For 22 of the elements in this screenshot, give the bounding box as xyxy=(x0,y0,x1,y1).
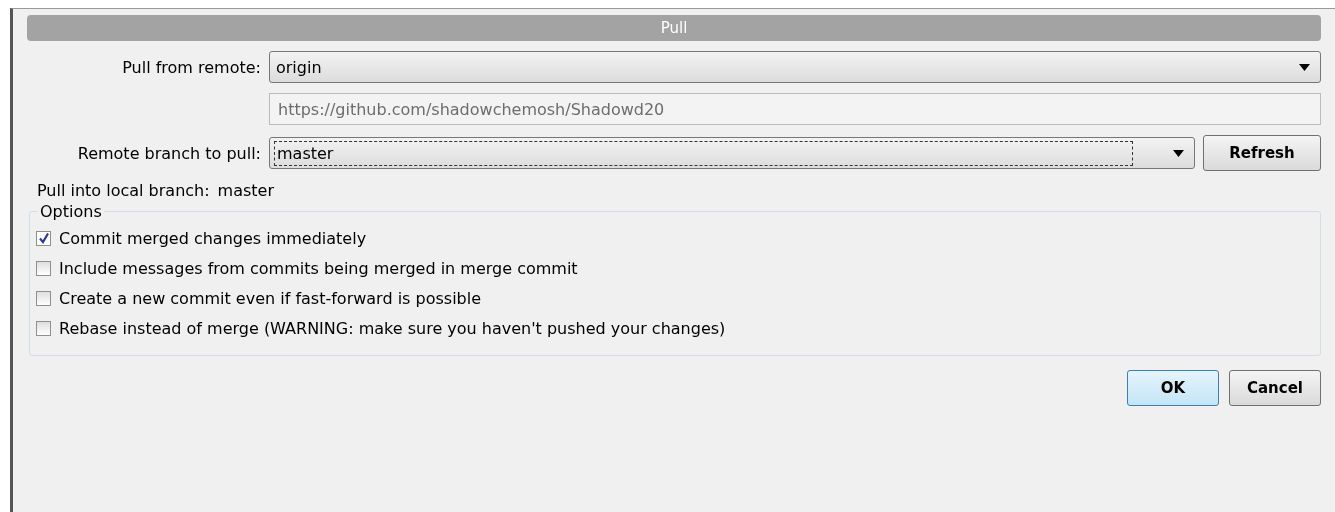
field-label: Pull from remote: xyxy=(121,57,261,77)
checkbox[interactable] xyxy=(36,260,51,276)
remote-dropdown[interactable]: origin xyxy=(269,51,1321,83)
cancel-button[interactable]: Cancel xyxy=(1229,370,1321,406)
field-label: Pull into local branch: xyxy=(37,181,210,200)
refresh-button[interactable]: Refresh xyxy=(1203,135,1321,171)
option-label: Rebase instead of merge (WARNING: make sure you haven't pushed your changes) xyxy=(59,318,726,338)
checkbox[interactable] xyxy=(36,290,51,306)
caret-icon xyxy=(1299,63,1310,71)
field-label: Remote branch to pull: xyxy=(76,143,261,163)
url-field[interactable]: https://github.com/shadowchemosh/Shadowd20 xyxy=(269,93,1321,125)
checkbox[interactable] xyxy=(36,320,51,336)
option-label: Commit merged changes immediately xyxy=(59,228,367,248)
option-label: Create a new commit even if fast-forward is possible xyxy=(59,288,482,308)
checkbox[interactable] xyxy=(36,230,51,246)
branch-name: master xyxy=(217,181,274,200)
ok-button[interactable]: OK xyxy=(1127,370,1219,406)
caret-icon xyxy=(1173,149,1184,157)
option-label: Include messages from commits being merged in merge commit xyxy=(59,258,578,278)
branch-dropdown[interactable]: master xyxy=(269,137,1195,169)
window-title: Pull xyxy=(27,15,1321,41)
group-title: Options xyxy=(39,202,103,221)
